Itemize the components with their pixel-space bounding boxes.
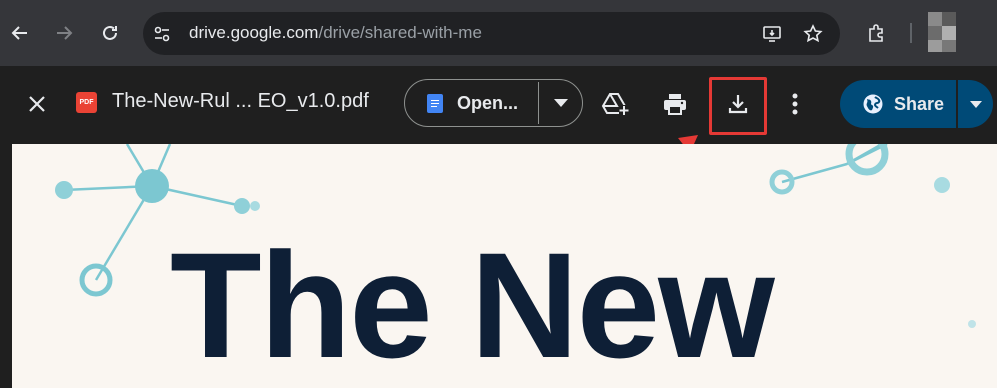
share-label: Share xyxy=(894,93,945,114)
pdf-file-icon: PDF xyxy=(76,92,97,113)
forward-button[interactable] xyxy=(48,17,80,49)
star-icon xyxy=(803,24,823,43)
bookmark-button[interactable] xyxy=(802,23,824,45)
print-icon xyxy=(664,94,686,115)
back-button[interactable] xyxy=(4,17,36,49)
open-with-button[interactable]: Open... xyxy=(405,80,538,126)
puzzle-icon xyxy=(869,24,883,42)
extensions-button[interactable] xyxy=(861,17,893,49)
pdf-page: The New xyxy=(12,144,997,388)
print-button[interactable] xyxy=(655,84,695,124)
arrow-left-icon xyxy=(11,26,27,40)
drive-add-icon xyxy=(601,93,629,115)
browser-toolbar: drive.google.com/drive/shared-with-me xyxy=(0,0,997,66)
url-host: drive.google.com xyxy=(189,23,319,42)
profile-avatar[interactable] xyxy=(928,12,956,52)
document-heading: The New xyxy=(170,221,775,388)
address-bar[interactable]: drive.google.com/drive/shared-with-me xyxy=(143,12,840,55)
more-vert-icon xyxy=(792,93,798,115)
file-title: The-New-Rul ... EO_v1.0.pdf xyxy=(112,90,369,112)
caret-down-icon xyxy=(554,99,568,107)
open-with-split-button: Open... xyxy=(404,79,583,127)
install-app-button[interactable] xyxy=(761,23,783,45)
share-dropdown-button[interactable] xyxy=(958,80,993,128)
more-actions-button[interactable] xyxy=(775,84,815,124)
url-path: /drive/shared-with-me xyxy=(318,23,482,42)
google-docs-icon xyxy=(427,93,443,113)
share-button[interactable]: Share xyxy=(840,80,956,128)
reload-icon xyxy=(103,25,117,40)
close-icon xyxy=(29,96,45,112)
share-split-button: Share xyxy=(840,80,993,128)
globe-icon xyxy=(863,94,883,114)
add-shortcut-to-drive-button[interactable] xyxy=(595,84,635,124)
arrow-right-icon xyxy=(57,26,73,40)
close-viewer-button[interactable] xyxy=(21,88,53,120)
tune-icon xyxy=(154,26,170,42)
reload-button[interactable] xyxy=(94,17,126,49)
pdf-badge-label: PDF xyxy=(79,99,94,106)
open-with-dropdown-button[interactable] xyxy=(539,80,583,126)
install-icon xyxy=(763,26,781,42)
site-info-button[interactable] xyxy=(151,23,173,45)
url-text[interactable]: drive.google.com/drive/shared-with-me xyxy=(189,23,482,43)
caret-down-icon xyxy=(969,100,982,108)
toolbar-divider xyxy=(910,23,912,43)
open-with-label: Open... xyxy=(457,92,519,113)
download-highlight-box xyxy=(709,77,767,135)
